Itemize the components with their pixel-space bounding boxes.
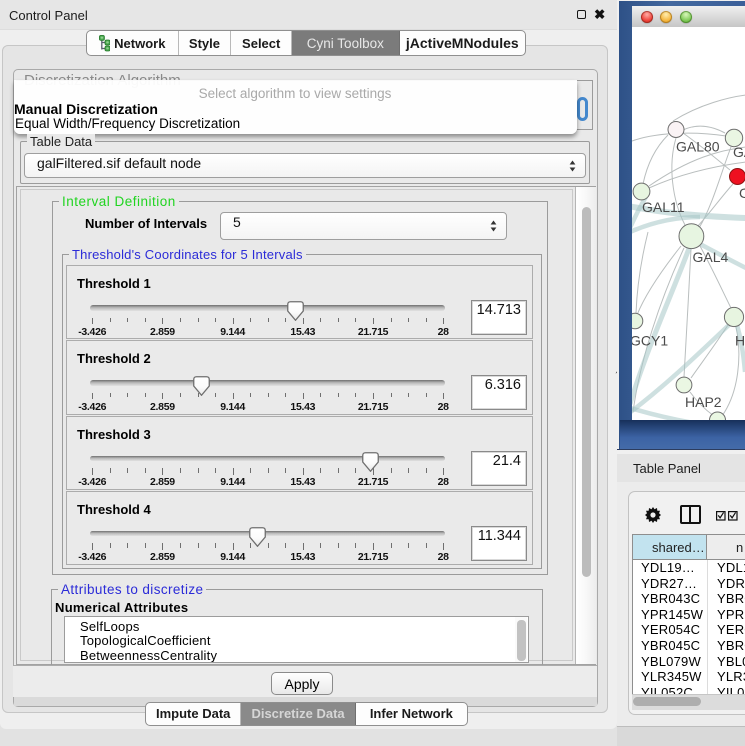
- svg-text:GCY1: GCY1: [632, 333, 668, 349]
- svg-text:GAL4: GAL4: [693, 249, 729, 265]
- svg-text:GAL11: GAL11: [642, 199, 685, 215]
- svg-text:H: H: [735, 333, 745, 349]
- svg-text:GAL80: GAL80: [676, 139, 720, 155]
- svg-text:HAP2: HAP2: [685, 394, 722, 410]
- svg-text:GA: GA: [733, 144, 745, 160]
- svg-text:CY: CY: [739, 185, 745, 201]
